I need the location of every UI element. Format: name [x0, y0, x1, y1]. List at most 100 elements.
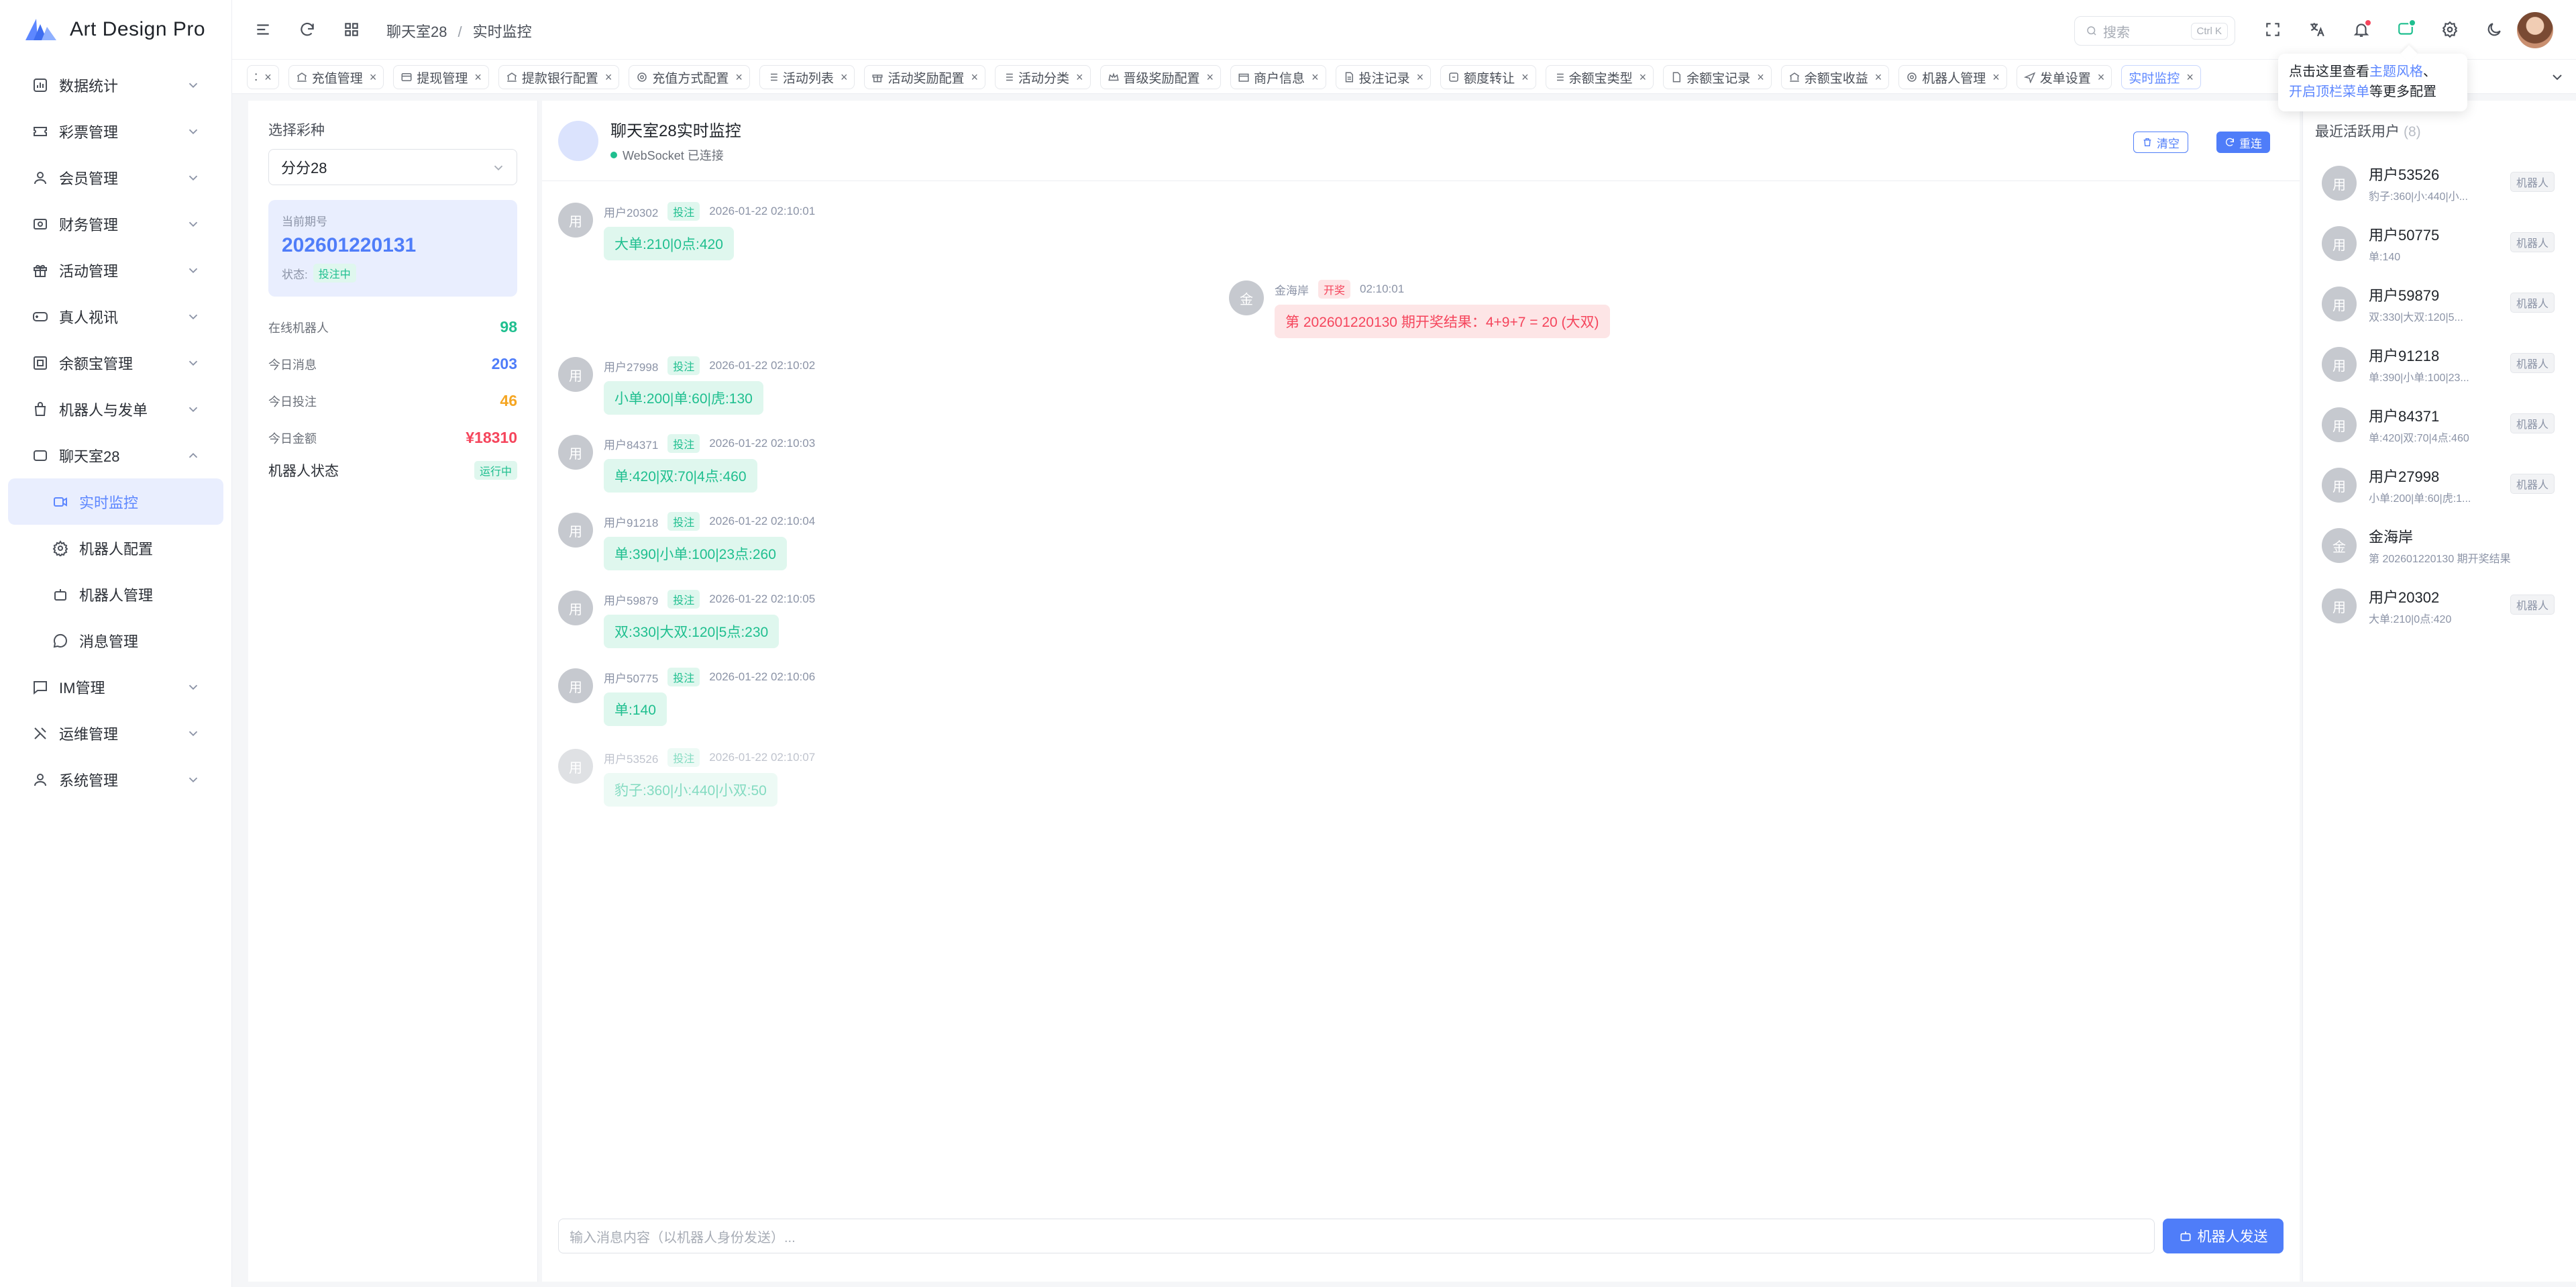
- user-last-message: 大单:210|0点:420: [2369, 614, 2452, 625]
- send-icon: [2023, 72, 2035, 83]
- tab-balance-income[interactable]: 余额宝收益 ×: [1780, 65, 1890, 89]
- sidebar-item-balance[interactable]: 余额宝管理: [8, 340, 223, 386]
- tab-balance-records[interactable]: 余额宝记录 ×: [1663, 65, 1772, 89]
- active-user-item[interactable]: 用用户20302 大单:210|0点:420 机器人: [2315, 576, 2564, 636]
- close-icon[interactable]: ×: [1207, 70, 1214, 85]
- tab-activity-category[interactable]: 活动分类 ×: [994, 65, 1091, 89]
- close-icon[interactable]: ×: [474, 70, 482, 85]
- close-icon[interactable]: ×: [1992, 70, 2000, 85]
- tab-recharge-method[interactable]: 充值方式配置 ×: [629, 65, 750, 89]
- sidebar-item-message-manage[interactable]: 消息管理: [8, 617, 223, 664]
- close-icon[interactable]: ×: [1417, 70, 1424, 85]
- settings-gear-icon[interactable]: [2439, 19, 2461, 40]
- tab-bank-config[interactable]: 提款银行配置 ×: [498, 65, 620, 89]
- active-user-item[interactable]: 用用户53526 豹子:360|小:440|小... 机器人: [2315, 153, 2564, 213]
- close-icon[interactable]: ×: [735, 70, 743, 85]
- tooltip-link-topmenu[interactable]: 开启顶栏菜单: [2289, 85, 2369, 99]
- tab-balance-types[interactable]: 余额宝类型 ×: [1545, 65, 1654, 89]
- sidebar-item-label: IM管理: [59, 679, 105, 697]
- close-icon[interactable]: ×: [605, 70, 612, 85]
- close-icon[interactable]: ×: [1640, 70, 1647, 85]
- tab-robot-manage[interactable]: 机器人管理 ×: [1898, 65, 2007, 89]
- sidebar-item-system[interactable]: 系统管理: [8, 756, 223, 803]
- tab-activity-reward[interactable]: 活动奖励配置 ×: [864, 65, 985, 89]
- chevron-down-icon: [189, 731, 198, 737]
- sidebar-item-realtime-monitor[interactable]: 实时监控: [8, 478, 223, 525]
- sidebar-item-robot-config[interactable]: 机器人配置: [8, 525, 223, 571]
- sidebar-item-label: 数据统计: [59, 77, 119, 95]
- breadcrumb-item[interactable]: 聊天室28: [386, 23, 447, 40]
- sidebar-item-finance[interactable]: 财务管理: [8, 201, 223, 247]
- search-input[interactable]: 搜索 Ctrl K: [2074, 16, 2235, 46]
- tab-promotion-reward[interactable]: 晋级奖励配置 ×: [1099, 65, 1222, 89]
- user-name: 金海岸: [2369, 529, 2414, 546]
- sidebar-item-members[interactable]: 会员管理: [8, 154, 223, 201]
- tab-bet-records[interactable]: 投注记录 ×: [1335, 65, 1432, 89]
- wallet-icon: [31, 215, 50, 234]
- close-icon[interactable]: ×: [1521, 70, 1529, 85]
- menu-toggle-icon[interactable]: [252, 19, 274, 40]
- message-input[interactable]: 输入消息内容（以机器人身份发送）...: [558, 1219, 2155, 1253]
- tab-merchant-info[interactable]: 商户信息 ×: [1230, 65, 1326, 89]
- tab-overflow-left[interactable]: : ×: [247, 65, 279, 89]
- tooltip-link-theme[interactable]: 主题风格: [2369, 64, 2423, 79]
- close-icon[interactable]: ×: [1875, 70, 1882, 85]
- sidebar-item-live-video[interactable]: 真人视讯: [8, 293, 223, 340]
- sidebar-item-activity[interactable]: 活动管理: [8, 247, 223, 293]
- user-name: 用户84371: [2369, 408, 2440, 425]
- active-user-item[interactable]: 用用户50775 单:140 机器人: [2315, 213, 2564, 274]
- tabs-more-button[interactable]: [2538, 60, 2576, 93]
- active-user-item[interactable]: 用用户91218 单:390|小单:100|23... 机器人: [2315, 334, 2564, 395]
- close-icon[interactable]: ×: [971, 70, 978, 85]
- tab-realtime-monitor[interactable]: 实时监控 ×: [2121, 65, 2201, 89]
- close-icon[interactable]: ×: [2098, 70, 2105, 85]
- logo[interactable]: Art Design Pro: [0, 0, 231, 59]
- tab-order-settings[interactable]: 发单设置 ×: [2016, 65, 2112, 89]
- tab-label: 机器人管理: [1922, 71, 1986, 86]
- active-user-item[interactable]: 用用户27998 小单:200|单:60|虎:1... 机器人: [2315, 455, 2564, 515]
- apps-grid-icon[interactable]: [341, 19, 362, 40]
- message-bubble: 单:390|小单:100|23点:260: [604, 537, 787, 570]
- message-user: 用户84371: [604, 438, 659, 452]
- refresh-icon[interactable]: [297, 19, 318, 40]
- active-users-title: 最近活跃用户 (8): [2315, 121, 2564, 141]
- tab-withdraw[interactable]: 提现管理 ×: [393, 65, 489, 89]
- lottery-select[interactable]: 分分28: [268, 149, 517, 185]
- sidebar-item-label: 实时监控: [79, 494, 139, 511]
- robot-send-button[interactable]: 机器人发送: [2163, 1219, 2284, 1253]
- sidebar-item-stats[interactable]: 数据统计: [8, 62, 223, 108]
- close-icon[interactable]: ×: [264, 70, 272, 85]
- tab-activity-list[interactable]: 活动列表 ×: [759, 65, 855, 89]
- sidebar-item-im[interactable]: IM管理: [8, 664, 223, 710]
- close-icon[interactable]: ×: [1076, 70, 1083, 85]
- active-user-item[interactable]: 金金海岸第 202601220130 期开奖结果: [2315, 515, 2564, 576]
- sidebar-item-robot-manage[interactable]: 机器人管理: [8, 571, 223, 617]
- close-icon[interactable]: ×: [2186, 70, 2194, 85]
- user-last-message: 单:140: [2369, 252, 2401, 263]
- moon-icon[interactable]: [2483, 19, 2505, 40]
- close-icon[interactable]: ×: [1311, 70, 1319, 85]
- breadcrumb-separator: /: [458, 23, 462, 40]
- tab-recharge[interactable]: 充值管理 ×: [288, 65, 384, 89]
- translate-icon[interactable]: [2306, 19, 2328, 40]
- active-user-item[interactable]: 用用户84371 单:420|双:70|4点:460 机器人: [2315, 395, 2564, 455]
- reconnect-button[interactable]: 重连: [2216, 132, 2270, 153]
- message-bubble: 小单:200|单:60|虎:130: [604, 381, 763, 415]
- close-icon[interactable]: ×: [370, 70, 377, 85]
- tab-credit-transfer[interactable]: 额度转让 ×: [1440, 65, 1536, 89]
- tab-label: 充值方式配置: [652, 71, 729, 86]
- message-user: 金海岸: [1275, 284, 1309, 297]
- close-icon[interactable]: ×: [841, 70, 848, 85]
- close-icon[interactable]: ×: [1757, 70, 1764, 85]
- user-avatar: 用: [2322, 588, 2357, 623]
- message-time: 2026-01-22 02:10:01: [709, 205, 816, 217]
- sidebar-item-chatroom28[interactable]: 聊天室28: [8, 432, 223, 478]
- fullscreen-icon[interactable]: [2262, 19, 2284, 40]
- sidebar-item-robots-orders[interactable]: 机器人与发单: [8, 386, 223, 432]
- clear-button[interactable]: 清空: [2133, 132, 2188, 153]
- sidebar-item-ops[interactable]: 运维管理: [8, 710, 223, 756]
- user-avatar[interactable]: [2517, 12, 2553, 48]
- sidebar-item-lottery[interactable]: 彩票管理: [8, 108, 223, 154]
- active-user-item[interactable]: 用用户59879 双:330|大双:120|5... 机器人: [2315, 274, 2564, 334]
- stat-online-robots: 在线机器人 98: [268, 309, 517, 346]
